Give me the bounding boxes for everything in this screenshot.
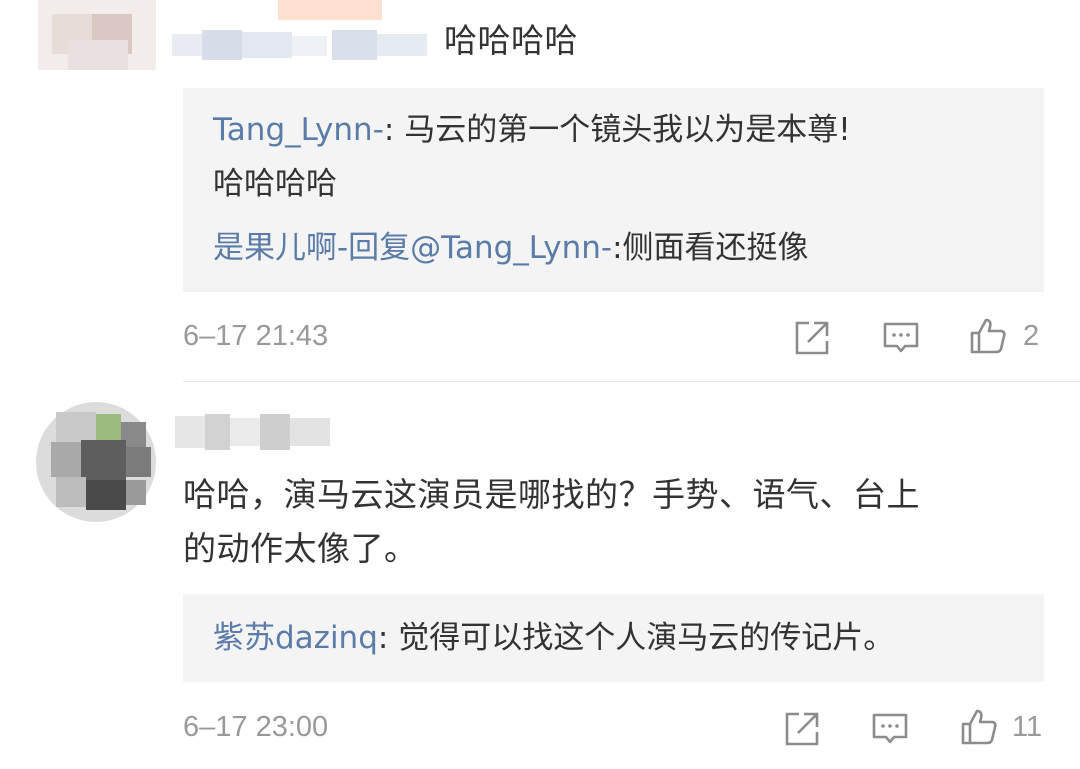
thumbs-up-icon[interactable] bbox=[968, 316, 1008, 356]
like-count: 11 bbox=[1012, 711, 1043, 743]
reply-separator: : bbox=[377, 620, 399, 656]
reply-box[interactable]: 紫苏dazinq: 觉得可以找这个人演马云的传记片。 bbox=[183, 594, 1044, 682]
username-blurred[interactable] bbox=[172, 30, 432, 60]
reply-text: 觉得可以找这个人演马云的传记片。 bbox=[398, 620, 895, 656]
share-icon[interactable] bbox=[782, 709, 822, 749]
top-image-fragment bbox=[278, 0, 382, 20]
comment-icon[interactable] bbox=[870, 709, 910, 749]
comment-text-continued: 的动作太像了。 bbox=[183, 529, 418, 568]
reply-separator: : bbox=[383, 112, 405, 148]
comment-icon[interactable] bbox=[881, 318, 921, 358]
divider bbox=[183, 381, 1080, 382]
avatar[interactable] bbox=[36, 402, 156, 522]
comment-text: 哈哈哈哈 bbox=[444, 21, 578, 60]
avatar[interactable] bbox=[38, 0, 156, 70]
reply-separator: : bbox=[612, 230, 623, 266]
reply-box[interactable]: Tang_Lynn-: 马云的第一个镜头我以为是本尊! 哈哈哈哈 是果儿啊-回复… bbox=[183, 88, 1044, 292]
reply-item: 是果儿啊-回复@Tang_Lynn-:侧面看还挺像 bbox=[213, 228, 809, 268]
like-count: 2 bbox=[1023, 320, 1040, 352]
username-blurred[interactable] bbox=[175, 414, 335, 450]
comment-timestamp: 6–17 23:00 bbox=[183, 711, 329, 743]
comment-timestamp: 6–17 21:43 bbox=[183, 320, 329, 352]
reply-item: 紫苏dazinq: 觉得可以找这个人演马云的传记片。 bbox=[213, 618, 894, 658]
reply-username[interactable]: Tang_Lynn- bbox=[213, 112, 384, 148]
thumbs-up-icon[interactable] bbox=[959, 707, 999, 747]
reply-text-continued: 哈哈哈哈 bbox=[213, 166, 337, 202]
reply-text: 马云的第一个镜头我以为是本尊! bbox=[404, 112, 851, 148]
share-icon[interactable] bbox=[792, 318, 832, 358]
reply-username[interactable]: 紫苏dazinq bbox=[213, 620, 378, 656]
reply-item: Tang_Lynn-: 马云的第一个镜头我以为是本尊! bbox=[213, 110, 851, 150]
comment-text: 哈哈，演马云这演员是哪找的？手势、语气、台上 bbox=[183, 475, 920, 514]
reply-username[interactable]: 是果儿啊-回复@Tang_Lynn- bbox=[213, 230, 612, 266]
reply-text: 侧面看还挺像 bbox=[622, 230, 809, 266]
